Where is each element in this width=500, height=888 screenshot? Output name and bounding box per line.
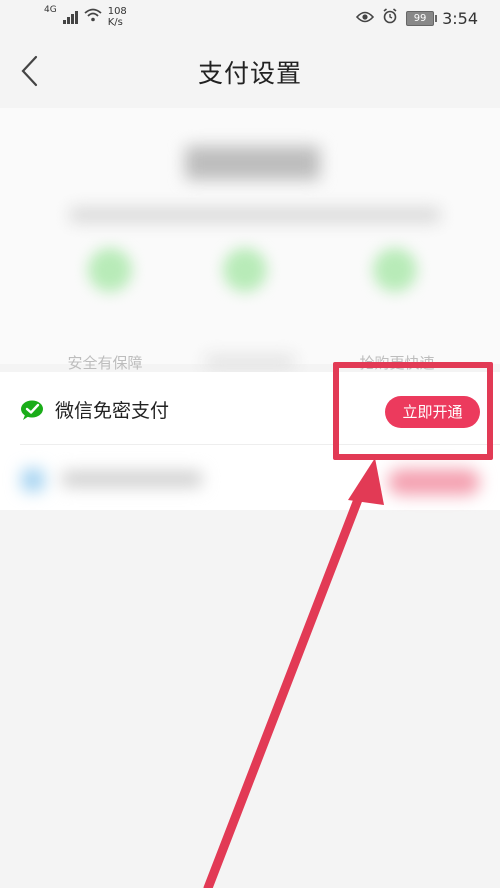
wechat-password-free-label: 微信免密支付: [55, 400, 170, 422]
blurred-description: [70, 208, 440, 222]
alarm-icon: [382, 8, 398, 28]
battery-icon: 99: [406, 10, 438, 26]
blurred-feature-label: [205, 355, 295, 369]
signal-icon: [62, 10, 78, 24]
wallet-icon: [223, 248, 267, 292]
lightning-icon: [373, 248, 417, 292]
intro-card: 安全有保障 抢购更快速: [0, 108, 500, 372]
wifi-icon: [84, 8, 102, 26]
eye-icon: [355, 9, 375, 27]
app-header: 支付设置: [0, 36, 500, 106]
speed-value: 108: [107, 6, 127, 17]
network-type: 4G: [44, 5, 57, 15]
network-speed: 108 K/s: [108, 6, 127, 28]
speed-unit: K/s: [107, 17, 123, 28]
blurred-action-button: [388, 469, 480, 495]
highlight-box: [333, 362, 493, 460]
status-bar: 4G 108 K/s 99 3:54: [0, 0, 500, 36]
blurred-payment-icon: [22, 469, 44, 491]
page-title: 支付设置: [197, 59, 302, 88]
clock-time: 3:54: [442, 8, 478, 28]
blurred-payment-label: [62, 471, 202, 487]
blurred-logo: [185, 146, 320, 180]
wechat-icon: [20, 399, 46, 421]
feature-label: 安全有保障: [67, 354, 143, 372]
shield-icon: [88, 248, 132, 292]
